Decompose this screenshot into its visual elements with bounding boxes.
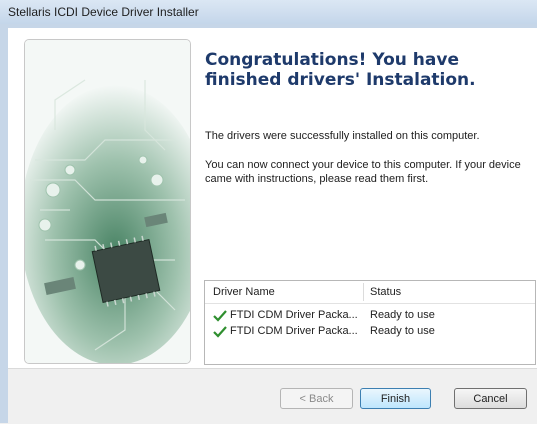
cancel-button[interactable]: Cancel bbox=[454, 388, 527, 409]
list-item[interactable]: FTDI CDM Driver Packa... Ready to use bbox=[205, 308, 535, 324]
title-bar[interactable]: Stellaris ICDI Device Driver Installer bbox=[0, 0, 537, 24]
installer-window: Stellaris ICDI Device Driver Installer C… bbox=[0, 0, 537, 424]
success-message: The drivers were successfully installed … bbox=[205, 130, 480, 142]
check-icon bbox=[213, 326, 227, 338]
back-button[interactable]: < Back bbox=[280, 388, 353, 409]
driver-list[interactable]: Driver Name Status FTDI CDM Driver Packa… bbox=[204, 280, 536, 365]
circuit-board-illustration bbox=[24, 39, 191, 364]
window-title: Stellaris ICDI Device Driver Installer bbox=[8, 5, 199, 19]
finish-button[interactable]: Finish bbox=[360, 388, 431, 409]
button-bar: < Back Finish Cancel bbox=[8, 368, 537, 424]
list-header: Driver Name Status bbox=[205, 281, 535, 304]
list-item[interactable]: FTDI CDM Driver Packa... Ready to use bbox=[205, 324, 535, 340]
column-header-driver-name[interactable]: Driver Name bbox=[213, 286, 275, 298]
check-icon bbox=[213, 310, 227, 322]
driver-name: FTDI CDM Driver Packa... bbox=[230, 309, 358, 321]
driver-name: FTDI CDM Driver Packa... bbox=[230, 325, 358, 337]
instructions-message: You can now connect your device to this … bbox=[205, 159, 521, 185]
driver-status: Ready to use bbox=[370, 309, 435, 321]
page-title: Congratulations! You have finished drive… bbox=[205, 50, 476, 90]
column-header-status[interactable]: Status bbox=[370, 286, 401, 298]
column-divider[interactable] bbox=[363, 283, 364, 301]
driver-status: Ready to use bbox=[370, 325, 435, 337]
